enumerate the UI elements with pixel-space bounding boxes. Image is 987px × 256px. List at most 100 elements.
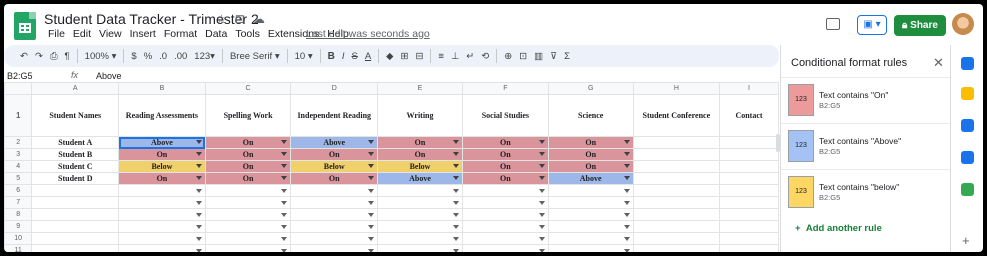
- font-select[interactable]: Bree Serif ▾: [230, 51, 280, 62]
- dropdown-arrow-icon[interactable]: [195, 249, 202, 252]
- dropdown-arrow-icon[interactable]: [281, 152, 288, 156]
- maps-icon[interactable]: [961, 183, 974, 196]
- dropdown-arrow-icon[interactable]: [195, 164, 202, 168]
- dropdown-arrow-icon[interactable]: [368, 237, 375, 241]
- dropdown-arrow-icon[interactable]: [538, 176, 545, 180]
- bold-button[interactable]: B: [328, 51, 335, 62]
- dropdown-arrow-icon[interactable]: [195, 152, 202, 156]
- name-box[interactable]: B2:G5: [4, 70, 64, 82]
- empty-dropdown-cell[interactable]: [462, 244, 549, 252]
- column-header[interactable]: B: [118, 82, 206, 95]
- empty-cell[interactable]: [632, 136, 721, 149]
- empty-cell[interactable]: [632, 244, 721, 252]
- dropdown-arrow-icon[interactable]: [368, 140, 375, 144]
- empty-cell[interactable]: [632, 232, 721, 245]
- dropdown-arrow-icon[interactable]: [281, 164, 288, 168]
- fill-color-icon[interactable]: ◆: [386, 51, 393, 62]
- dropdown-arrow-icon[interactable]: [453, 237, 460, 241]
- empty-dropdown-cell[interactable]: [547, 184, 634, 197]
- student-name-cell[interactable]: Student C: [31, 160, 120, 173]
- dropdown-arrow-icon[interactable]: [623, 237, 630, 241]
- get-add-ons-icon[interactable]: +: [962, 233, 970, 248]
- vertical-align-icon[interactable]: ⊥: [451, 51, 459, 62]
- functions-icon[interactable]: Σ: [564, 51, 570, 62]
- column-title[interactable]: Student Conference: [632, 94, 721, 137]
- calendar-icon[interactable]: [961, 57, 974, 70]
- decrease-decimal-button[interactable]: .0: [159, 51, 167, 62]
- menu-file[interactable]: File: [44, 28, 69, 40]
- empty-dropdown-cell[interactable]: [377, 184, 464, 197]
- empty-dropdown-cell[interactable]: [377, 232, 464, 245]
- empty-dropdown-cell[interactable]: [204, 220, 292, 233]
- empty-dropdown-cell[interactable]: [118, 196, 206, 209]
- empty-cell[interactable]: [719, 148, 779, 161]
- empty-cell[interactable]: [719, 136, 779, 149]
- status-dropdown-cell[interactable]: Above: [377, 172, 464, 185]
- empty-dropdown-cell[interactable]: [290, 232, 379, 245]
- empty-dropdown-cell[interactable]: [118, 220, 206, 233]
- dropdown-arrow-icon[interactable]: [623, 225, 630, 229]
- column-header[interactable]: G: [547, 82, 634, 95]
- dropdown-arrow-icon[interactable]: [453, 189, 460, 193]
- status-dropdown-cell[interactable]: Above: [547, 172, 634, 185]
- avatar[interactable]: [952, 13, 974, 35]
- empty-cell[interactable]: [632, 160, 721, 173]
- text-color-button[interactable]: A: [365, 51, 371, 62]
- dropdown-arrow-icon[interactable]: [453, 164, 460, 168]
- dropdown-arrow-icon[interactable]: [453, 201, 460, 205]
- empty-dropdown-cell[interactable]: [290, 196, 379, 209]
- dropdown-arrow-icon[interactable]: [538, 237, 545, 241]
- empty-dropdown-cell[interactable]: [462, 196, 549, 209]
- menu-tools[interactable]: Tools: [231, 28, 264, 40]
- status-dropdown-cell[interactable]: On: [462, 160, 549, 173]
- row-header[interactable]: 10: [4, 232, 33, 245]
- spreadsheet-grid[interactable]: A B C D E F G H I 1 Student Names Reading Assessmen…: [4, 82, 779, 252]
- row-header[interactable]: 1: [4, 94, 33, 137]
- empty-cell[interactable]: [632, 196, 721, 209]
- dropdown-arrow-icon[interactable]: [623, 152, 630, 156]
- row-header[interactable]: 3: [4, 148, 33, 161]
- empty-dropdown-cell[interactable]: [204, 196, 292, 209]
- dropdown-arrow-icon[interactable]: [368, 189, 375, 193]
- empty-dropdown-cell[interactable]: [377, 220, 464, 233]
- dropdown-arrow-icon[interactable]: [281, 237, 288, 241]
- row-header[interactable]: 8: [4, 208, 33, 221]
- student-name-cell[interactable]: Student D: [31, 172, 120, 185]
- empty-cell[interactable]: [632, 208, 721, 221]
- empty-dropdown-cell[interactable]: [377, 208, 464, 221]
- dropdown-arrow-icon[interactable]: [281, 189, 288, 193]
- text-rotation-icon[interactable]: ⟲: [481, 51, 489, 62]
- status-dropdown-cell[interactable]: On: [290, 172, 379, 185]
- font-size-select[interactable]: 10 ▾: [295, 51, 313, 62]
- empty-cell[interactable]: [632, 172, 721, 185]
- increase-decimal-button[interactable]: .00: [174, 51, 187, 62]
- column-title[interactable]: Science: [547, 94, 634, 137]
- add-rule-button[interactable]: + Add another rule: [795, 223, 882, 234]
- empty-cell[interactable]: [719, 196, 779, 209]
- status-dropdown-cell[interactable]: On: [462, 172, 549, 185]
- dropdown-arrow-icon[interactable]: [623, 249, 630, 252]
- dropdown-arrow-icon[interactable]: [538, 164, 545, 168]
- dropdown-arrow-icon[interactable]: [368, 176, 375, 180]
- redo-icon[interactable]: ↷: [35, 51, 43, 62]
- column-title[interactable]: Student Names: [31, 94, 120, 137]
- insert-comment-icon[interactable]: ⊡: [519, 51, 527, 62]
- status-dropdown-cell[interactable]: On: [547, 160, 634, 173]
- sheets-logo-icon[interactable]: [14, 12, 36, 40]
- empty-dropdown-cell[interactable]: [462, 184, 549, 197]
- empty-dropdown-cell[interactable]: [547, 208, 634, 221]
- tasks-icon[interactable]: [961, 119, 974, 132]
- empty-dropdown-cell[interactable]: [462, 220, 549, 233]
- empty-dropdown-cell[interactable]: [118, 232, 206, 245]
- column-title[interactable]: Spelling Work: [204, 94, 292, 137]
- dropdown-arrow-icon[interactable]: [538, 140, 545, 144]
- status-dropdown-cell[interactable]: On: [204, 160, 292, 173]
- horizontal-align-icon[interactable]: ≡: [438, 51, 444, 62]
- empty-dropdown-cell[interactable]: [547, 196, 634, 209]
- column-header[interactable]: I: [719, 82, 779, 95]
- present-button[interactable]: ▣ ▾: [857, 15, 887, 35]
- last-edit-link[interactable]: Last edit was seconds ago: [306, 28, 430, 40]
- dropdown-arrow-icon[interactable]: [453, 152, 460, 156]
- dropdown-arrow-icon[interactable]: [538, 152, 545, 156]
- empty-cell[interactable]: [719, 244, 779, 252]
